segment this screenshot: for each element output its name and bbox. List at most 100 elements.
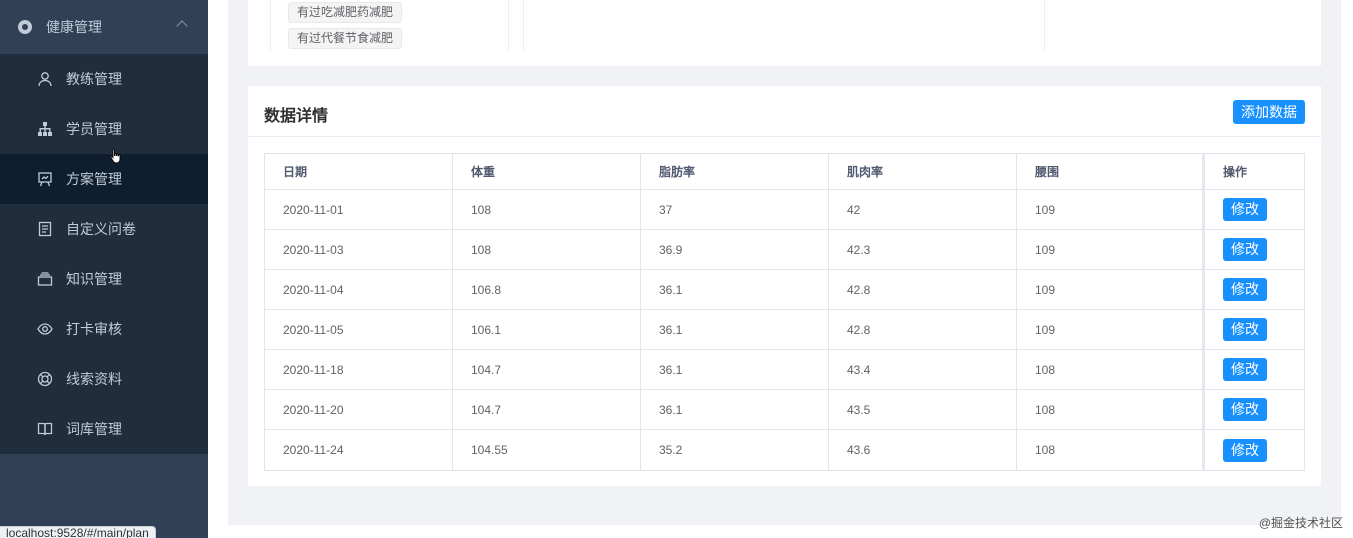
cell-weight: 108 (453, 190, 641, 229)
card-header: 数据详情 添加数据 (248, 86, 1321, 137)
divider (1044, 0, 1045, 50)
sidebar-item-label: 教练管理 (66, 71, 122, 87)
cell-date: 2020-11-18 (265, 350, 453, 389)
sidebar-item-label: 打卡审核 (66, 321, 122, 337)
cell-waist: 108 (1017, 350, 1205, 389)
sidebar-item-knowledge[interactable]: 知识管理 (0, 254, 208, 304)
cell-fat-rate: 36.1 (641, 310, 829, 349)
cell-actions: 修改 (1205, 350, 1304, 389)
cell-actions: 修改 (1205, 190, 1304, 229)
column-header-fat-rate[interactable]: 脂肪率 (641, 154, 829, 189)
inbox-icon (37, 271, 53, 287)
submenu: 教练管理 学员管理 方案管理 自定义问卷 知识管理 打卡审核 线索资料 词库管理 (0, 54, 208, 454)
cell-actions: 修改 (1205, 430, 1304, 470)
table-row: 2020-11-01 108 37 42 109 修改 (265, 190, 1304, 230)
cell-weight: 104.7 (453, 390, 641, 429)
edit-button[interactable]: 修改 (1223, 318, 1267, 341)
card-title: 数据详情 (264, 108, 329, 125)
cell-date: 2020-11-03 (265, 230, 453, 269)
book-icon (37, 421, 53, 437)
cell-muscle-rate: 42.3 (829, 230, 1017, 269)
cell-muscle-rate: 43.4 (829, 350, 1017, 389)
cell-actions: 修改 (1205, 310, 1304, 349)
data-table: 日期 体重 脂肪率 肌肉率 腰围 操作 2020-11-01 108 37 42… (264, 153, 1305, 471)
sidebar-item-label: 方案管理 (66, 171, 122, 187)
data-detail-card: 数据详情 添加数据 日期 体重 脂肪率 肌肉率 腰围 操作 2020-11-01… (248, 86, 1321, 486)
table-row: 2020-11-04 106.8 36.1 42.8 109 修改 (265, 270, 1304, 310)
sidebar-item-label: 词库管理 (66, 421, 122, 437)
cell-date: 2020-11-24 (265, 430, 453, 470)
cell-weight: 106.8 (453, 270, 641, 309)
cell-waist: 109 (1017, 270, 1205, 309)
health-icon (18, 20, 32, 34)
sidebar-item-label: 知识管理 (66, 271, 122, 287)
edit-button[interactable]: 修改 (1223, 198, 1267, 221)
edit-button[interactable]: 修改 (1223, 438, 1267, 462)
org-tree-icon (37, 121, 53, 137)
edit-button[interactable]: 修改 (1223, 358, 1267, 381)
sidebar-item-plan[interactable]: 方案管理 (0, 154, 208, 204)
cell-fat-rate: 35.2 (641, 430, 829, 470)
cell-fat-rate: 37 (641, 190, 829, 229)
cell-weight: 104.55 (453, 430, 641, 470)
sidebar: 健康管理 教练管理 学员管理 方案管理 自定义问卷 知识管理 打卡审核 线索资料… (0, 0, 208, 538)
edit-button[interactable]: 修改 (1223, 278, 1267, 301)
cell-fat-rate: 36.1 (641, 350, 829, 389)
sidebar-item-student[interactable]: 学员管理 (0, 104, 208, 154)
column-header-date[interactable]: 日期 (265, 154, 453, 189)
sidebar-item-label: 自定义问卷 (66, 221, 136, 237)
cell-waist: 108 (1017, 390, 1205, 429)
document-icon (37, 221, 53, 237)
column-header-muscle-rate[interactable]: 肌肉率 (829, 154, 1017, 189)
user-icon (37, 71, 53, 87)
cell-date: 2020-11-04 (265, 270, 453, 309)
table-row: 2020-11-20 104.7 36.1 43.5 108 修改 (265, 390, 1304, 430)
cell-muscle-rate: 42 (829, 190, 1017, 229)
cell-fat-rate: 36.9 (641, 230, 829, 269)
cell-muscle-rate: 43.6 (829, 430, 1017, 470)
cell-waist: 108 (1017, 430, 1205, 470)
sidebar-item-coach[interactable]: 教练管理 (0, 54, 208, 104)
cell-muscle-rate: 43.5 (829, 390, 1017, 429)
menu-health-management[interactable]: 健康管理 (0, 0, 208, 54)
table-row: 2020-11-05 106.1 36.1 42.8 109 修改 (265, 310, 1304, 350)
sidebar-item-checkin-review[interactable]: 打卡审核 (0, 304, 208, 354)
divider (523, 0, 524, 50)
sidebar-item-leads[interactable]: 线索资料 (0, 354, 208, 404)
cell-fat-rate: 36.1 (641, 270, 829, 309)
cell-waist: 109 (1017, 230, 1205, 269)
cell-muscle-rate: 42.8 (829, 270, 1017, 309)
column-header-waist[interactable]: 腰围 (1017, 154, 1205, 189)
cell-muscle-rate: 42.8 (829, 310, 1017, 349)
divider (508, 0, 509, 50)
cell-weight: 106.1 (453, 310, 641, 349)
sidebar-item-label: 学员管理 (66, 121, 122, 137)
cell-fat-rate: 36.1 (641, 390, 829, 429)
cell-weight: 108 (453, 230, 641, 269)
add-data-button[interactable]: 添加数据 (1233, 100, 1305, 124)
tag-meal-replacement: 有过代餐节食减肥 (288, 28, 403, 49)
cell-waist: 109 (1017, 190, 1205, 229)
table-row: 2020-11-24 104.55 35.2 43.6 108 修改 (265, 430, 1304, 470)
edit-button[interactable]: 修改 (1223, 398, 1267, 421)
column-header-weight[interactable]: 体重 (453, 154, 641, 189)
divider (270, 0, 271, 50)
cell-date: 2020-11-01 (265, 190, 453, 229)
tag-diet-pills: 有过吃减肥药减肥 (288, 2, 403, 23)
chevron-up-icon (176, 20, 188, 32)
cell-weight: 104.7 (453, 350, 641, 389)
cell-actions: 修改 (1205, 230, 1304, 269)
edit-button[interactable]: 修改 (1223, 238, 1267, 261)
cell-waist: 109 (1017, 310, 1205, 349)
sidebar-item-vocabulary[interactable]: 词库管理 (0, 404, 208, 454)
watermark: @掘金技术社区 (1258, 516, 1343, 530)
status-bar-url: localhost:9528/#/main/plan (0, 526, 156, 538)
sidebar-item-questionnaire[interactable]: 自定义问卷 (0, 204, 208, 254)
cell-actions: 修改 (1205, 270, 1304, 309)
lifebuoy-icon (37, 371, 53, 387)
cell-actions: 修改 (1205, 390, 1304, 429)
hand-cursor-icon (110, 148, 121, 164)
sidebar-item-label: 线索资料 (66, 371, 122, 387)
top-info-card (248, 0, 1321, 66)
table-row: 2020-11-03 108 36.9 42.3 109 修改 (265, 230, 1304, 270)
